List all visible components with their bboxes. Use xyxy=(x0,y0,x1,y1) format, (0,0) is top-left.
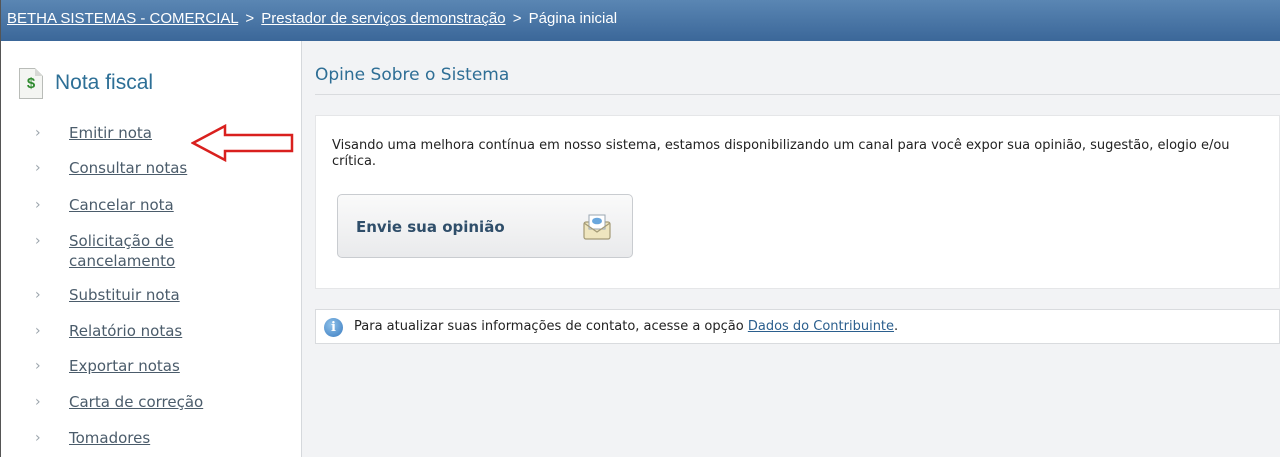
chevron-right-icon: › xyxy=(35,394,41,410)
sidebar-link-carta-de-correcao[interactable]: Carta de correção xyxy=(69,392,203,413)
sidebar: $ Nota fiscal › Emitir nota › Consultar … xyxy=(0,41,302,457)
chevron-right-icon: › xyxy=(35,160,41,176)
sidebar-link-consultar-notas[interactable]: Consultar notas xyxy=(69,158,187,179)
sidebar-link-relatorio-notas[interactable]: Relatório notas xyxy=(69,321,182,342)
breadcrumb-provider-link[interactable]: Prestador de serviços demonstração xyxy=(261,10,505,27)
sidebar-title: Nota fiscal xyxy=(55,71,154,94)
send-opinion-button[interactable]: Envie sua opinião xyxy=(337,194,633,258)
chevron-right-icon: › xyxy=(35,323,41,339)
info-message: Para atualizar suas informações de conta… xyxy=(354,319,744,334)
sidebar-link-emitir-nota[interactable]: Emitir nota xyxy=(69,123,152,144)
page-title: Opine Sobre o Sistema xyxy=(315,65,510,85)
info-icon: i xyxy=(324,318,343,337)
opinion-description: Visando uma melhora contínua em nosso si… xyxy=(332,138,1230,169)
sidebar-link-substituir-nota[interactable]: Substituir nota xyxy=(69,285,180,306)
info-bar: i Para atualizar suas informações de con… xyxy=(315,309,1280,344)
breadcrumb: BETHA SISTEMAS - COMERCIAL > Prestador d… xyxy=(0,0,1280,41)
breadcrumb-separator: > xyxy=(512,10,522,27)
chevron-right-icon: › xyxy=(35,233,41,249)
red-arrow-icon xyxy=(191,124,294,162)
chevron-right-icon: › xyxy=(35,197,41,213)
dados-do-contribuinte-link[interactable]: Dados do Contribuinte xyxy=(748,319,894,334)
info-suffix: . xyxy=(894,319,899,334)
sidebar-item-solicitacao-cancelamento: › Solicitação de cancelamento xyxy=(35,231,275,273)
sidebar-link-solicitacao-cancelamento-line2[interactable]: cancelamento xyxy=(69,251,175,272)
title-divider xyxy=(315,94,1280,95)
sidebar-link-exportar-notas[interactable]: Exportar notas xyxy=(69,356,180,377)
main-content: Opine Sobre o Sistema Visando uma melhor… xyxy=(303,41,1280,457)
breadcrumb-separator: > xyxy=(245,10,255,27)
dollar-document-icon: $ xyxy=(19,67,43,99)
sidebar-link-cancelar-nota[interactable]: Cancelar nota xyxy=(69,195,174,216)
chevron-right-icon: › xyxy=(35,125,41,141)
chevron-right-icon: › xyxy=(35,430,41,446)
sidebar-link-tomadores[interactable]: Tomadores xyxy=(69,428,150,449)
sidebar-link-solicitacao-cancelamento[interactable]: Solicitação de xyxy=(69,231,174,252)
chevron-right-icon: › xyxy=(35,358,41,374)
chevron-right-icon: › xyxy=(35,287,41,303)
breadcrumb-root-link[interactable]: BETHA SISTEMAS - COMERCIAL xyxy=(7,10,238,27)
info-text: Para atualizar suas informações de conta… xyxy=(354,319,898,334)
send-opinion-label: Envie sua opinião xyxy=(356,218,505,236)
mail-icon xyxy=(583,214,611,240)
opinion-card: Visando uma melhora contínua em nosso si… xyxy=(315,115,1280,289)
breadcrumb-current: Página inicial xyxy=(528,10,618,27)
sidebar-header: $ Nota fiscal xyxy=(19,63,153,103)
